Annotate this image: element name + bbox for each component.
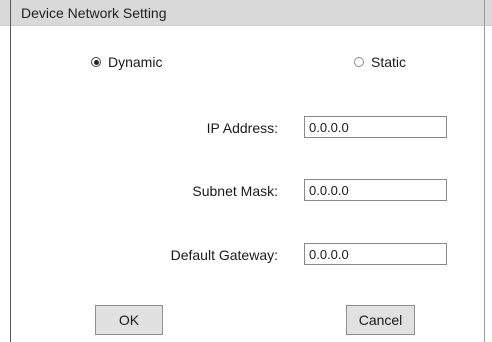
dialog-title: Device Network Setting: [21, 5, 167, 21]
radio-checked-icon: [91, 57, 101, 67]
dynamic-radio-label: Dynamic: [108, 54, 163, 70]
dialog-left-border: [10, 0, 11, 342]
static-radio[interactable]: Static: [354, 54, 406, 70]
default-gateway-label: Default Gateway:: [170, 247, 278, 263]
cancel-button[interactable]: Cancel: [346, 305, 415, 335]
default-gateway-input[interactable]: [304, 243, 447, 265]
dynamic-radio[interactable]: Dynamic: [91, 54, 162, 70]
dialog-right-border: [484, 0, 485, 342]
subnet-mask-input[interactable]: [304, 179, 447, 201]
ok-button[interactable]: OK: [95, 305, 163, 335]
ip-address-label: IP Address:: [206, 120, 278, 136]
subnet-mask-label: Subnet Mask:: [192, 183, 278, 199]
title-bar: Device Network Setting: [0, 0, 492, 26]
static-radio-label: Static: [371, 54, 407, 70]
ip-address-input[interactable]: [304, 116, 447, 138]
network-settings-dialog: Device Network Setting Dynamic Static IP…: [0, 0, 492, 342]
radio-unchecked-icon: [354, 57, 364, 67]
